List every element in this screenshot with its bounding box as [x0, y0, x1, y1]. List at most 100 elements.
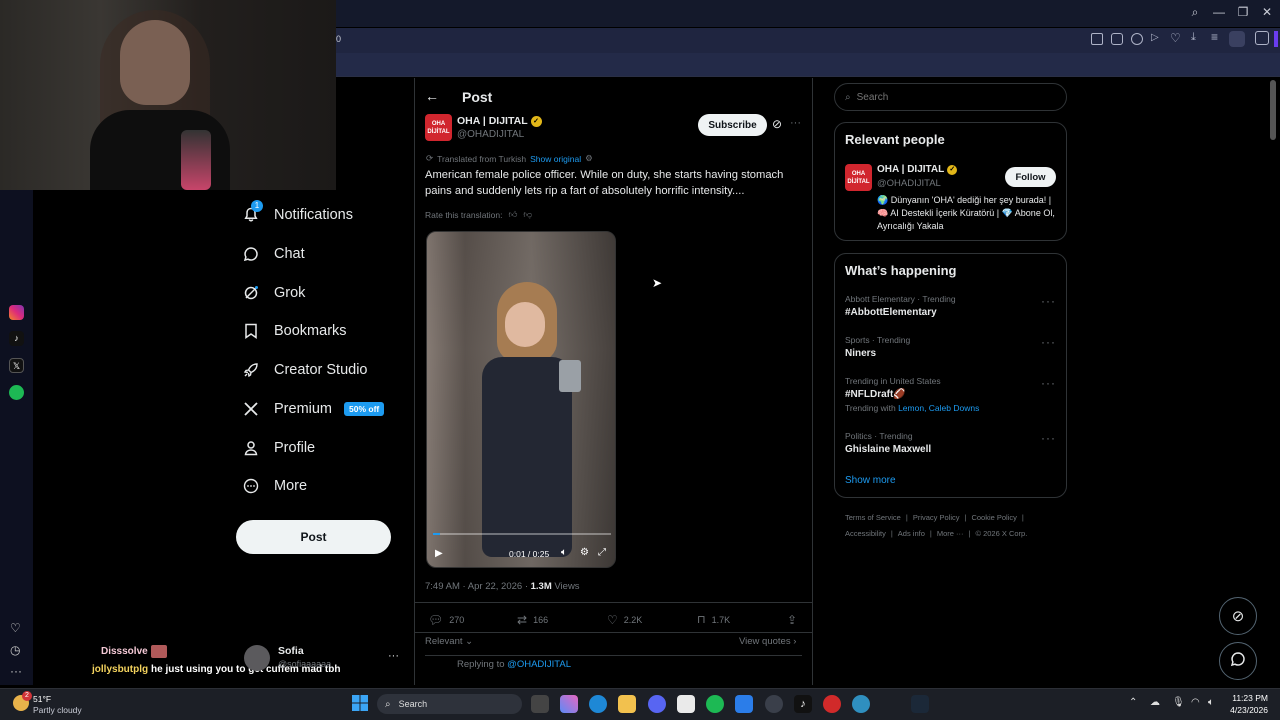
trend-more-icon[interactable]: ··· — [1041, 431, 1056, 445]
tiktok-icon[interactable]: ♪ — [9, 331, 24, 346]
opera-icon[interactable] — [823, 695, 841, 713]
trend-item[interactable]: Trending in United States #NFLDraft🏈 Tre… — [845, 376, 1057, 413]
maximize-button[interactable]: ❐ — [1235, 5, 1251, 19]
edge-icon[interactable] — [589, 695, 607, 713]
share-button[interactable]: ⇪ — [787, 613, 797, 627]
search-input[interactable] — [856, 91, 1047, 103]
x-icon[interactable]: 𝕏 — [9, 358, 24, 373]
heart-icon[interactable]: ♡ — [1170, 31, 1181, 45]
footer-link[interactable]: Ads info — [898, 529, 925, 538]
windows-start-icon[interactable] — [352, 695, 368, 711]
shield-icon[interactable] — [1131, 33, 1143, 45]
account-menu-icon[interactable]: ··· — [388, 650, 399, 662]
play-icon[interactable]: ▷ — [1151, 32, 1159, 43]
grok-app-icon[interactable] — [765, 695, 783, 713]
nav-item-more[interactable]: More — [242, 472, 307, 500]
nav-item-chat[interactable]: Chat — [242, 240, 305, 268]
download-icon[interactable]: ⤓ — [1191, 31, 1196, 44]
back-arrow-icon[interactable]: ← — [425, 88, 439, 104]
view-quotes-link[interactable]: View quotes › — [739, 636, 796, 647]
more-options-icon[interactable]: ··· — [790, 117, 801, 129]
video-player[interactable]: ▶ 0:01 / 0:25 🔈︎ ⚙ ⤢ — [426, 231, 616, 568]
edit-icon[interactable] — [1091, 33, 1103, 45]
menu-icon[interactable]: ≡ — [1211, 30, 1218, 44]
instagram-icon[interactable] — [9, 305, 24, 320]
repost-button[interactable]: ⇄ 166 — [517, 613, 548, 627]
show-original-link[interactable]: Show original — [530, 154, 581, 164]
nav-item-grok[interactable]: Grok — [242, 279, 305, 307]
thumbs-up-icon[interactable]: 👍︎ — [508, 209, 517, 220]
settings-icon[interactable]: ⚙ — [580, 547, 589, 558]
trend-item[interactable]: Abbott Elementary · Trending #AbbottElem… — [845, 294, 1057, 318]
trending-with-links[interactable]: Lemon, Caleb Downs — [898, 403, 979, 413]
history-icon[interactable]: ◷ — [10, 643, 20, 657]
author-handle[interactable]: @OHADIJITAL — [457, 129, 524, 140]
chat-fab-button[interactable] — [1219, 642, 1257, 680]
spotify-icon[interactable] — [9, 385, 24, 400]
sidebar-toggle[interactable] — [1274, 31, 1278, 47]
discord-icon[interactable] — [648, 695, 666, 713]
video-progress-track[interactable] — [433, 533, 611, 535]
nav-item-profile[interactable]: Profile — [242, 434, 315, 462]
clock-date[interactable]: 4/23/2026 — [1228, 705, 1268, 715]
play-icon[interactable]: ▶ — [435, 548, 443, 559]
steam-icon[interactable] — [911, 695, 929, 713]
mail-icon[interactable] — [735, 695, 753, 713]
person-avatar[interactable]: OHA DİJİTAL — [845, 164, 872, 191]
nav-item-premium[interactable]: Premium 50% off — [242, 395, 385, 423]
show-more-link[interactable]: Show more — [845, 475, 896, 486]
trend-item[interactable]: Sports · Trending Niners — [845, 335, 1057, 359]
tray-chevron-icon[interactable]: ⌃ — [1129, 697, 1137, 708]
close-button[interactable]: ✕ — [1259, 5, 1275, 19]
like-button[interactable]: ♡ 2.2K — [607, 613, 642, 627]
person-name[interactable]: OHA | DIJITAL ✓ — [877, 164, 958, 175]
nav-item-creator-studio[interactable]: Creator Studio — [242, 356, 368, 384]
fullscreen-icon[interactable]: ⤢ — [598, 547, 606, 558]
search-box[interactable]: ⌕ — [834, 83, 1067, 111]
trend-more-icon[interactable]: ··· — [1041, 335, 1056, 349]
subscribe-button[interactable]: Subscribe — [698, 114, 767, 136]
page-scrollbar[interactable] — [1270, 80, 1276, 140]
wifi-icon[interactable]: ◠ — [1191, 697, 1200, 708]
trend-item[interactable]: Politics · Trending Ghislaine Maxwell — [845, 431, 1057, 455]
globe-icon[interactable] — [852, 695, 870, 713]
footer-link[interactable]: Accessibility — [845, 529, 886, 538]
taskbar-search[interactable]: ⌕ Search — [377, 694, 522, 714]
trend-more-icon[interactable]: ··· — [1041, 294, 1056, 308]
spotify-icon[interactable] — [706, 695, 724, 713]
search-icon[interactable]: ⌕ — [1187, 5, 1203, 20]
copilot-icon[interactable] — [560, 695, 578, 713]
trend-more-icon[interactable]: ··· — [1041, 376, 1056, 390]
bookmark-button[interactable]: ⊓ 1.7K — [697, 613, 730, 626]
extension-icon[interactable] — [1255, 31, 1269, 45]
cloud-icon[interactable]: ☁ — [1150, 697, 1160, 708]
author-avatar[interactable]: OHA DİJİTAL — [425, 114, 452, 141]
heart-icon[interactable]: ♡ — [10, 621, 21, 635]
more-icon[interactable]: ··· — [10, 664, 22, 678]
clock-time[interactable]: 11:23 PM — [1232, 693, 1268, 703]
task-view-icon[interactable] — [531, 695, 549, 713]
reply-button[interactable]: 💬︎ 270 — [428, 613, 464, 627]
author-name[interactable]: OHA | DIJITAL ✓ — [457, 115, 542, 127]
post-button[interactable]: Post — [236, 520, 391, 554]
replying-to-handle[interactable]: @OHADIJITAL — [507, 659, 571, 670]
nav-item-bookmarks[interactable]: Bookmarks — [242, 317, 347, 345]
address-bar[interactable]: 0 — [336, 34, 341, 44]
footer-link[interactable]: Privacy Policy — [913, 513, 960, 522]
person-handle[interactable]: @OHADIJITAL — [877, 178, 941, 189]
footer-link[interactable]: More ··· — [937, 529, 964, 538]
volume-icon[interactable]: 🔈︎ — [561, 547, 567, 558]
settings-icon[interactable]: ⚙ — [585, 153, 593, 164]
minimize-button[interactable]: — — [1211, 5, 1227, 19]
thumbs-down-icon[interactable]: 👎︎ — [523, 209, 532, 220]
file-explorer-icon[interactable] — [618, 695, 636, 713]
profile-icon[interactable] — [1229, 31, 1245, 47]
grok-fab-button[interactable]: ⊘ — [1219, 597, 1257, 635]
footer-link[interactable]: Terms of Service — [845, 513, 901, 522]
microphone-icon[interactable]: 🎙︎ — [1172, 697, 1185, 708]
nav-item-notifications[interactable]: 1 Notifications — [242, 200, 353, 229]
follow-button[interactable]: Follow — [1005, 167, 1056, 187]
volume-icon[interactable]: 🔈︎ — [1208, 697, 1214, 708]
avatar[interactable] — [244, 645, 270, 671]
grok-explain-icon[interactable]: ⊘ — [772, 117, 782, 131]
